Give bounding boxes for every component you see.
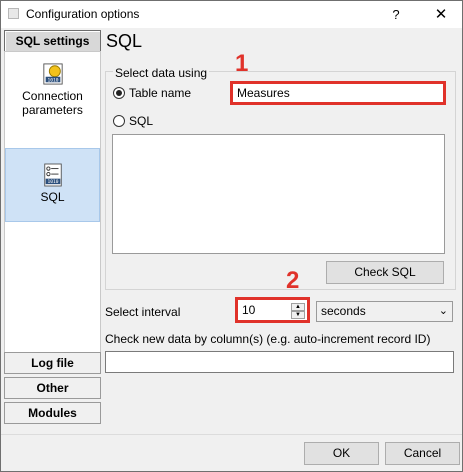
nav-item-label: SQL: [40, 190, 65, 204]
interval-spin-buttons[interactable]: ▲ ▼: [291, 303, 305, 319]
check-column-label: Check new data by column(s) (e.g. auto-i…: [105, 332, 431, 346]
help-button[interactable]: ?: [376, 1, 416, 28]
ok-button[interactable]: OK: [304, 442, 379, 465]
spin-down-icon[interactable]: ▼: [291, 311, 305, 319]
nav-item-sql[interactable]: 1010 SQL: [5, 148, 100, 222]
sql-settings-panel: 1010 Connection parameters 1010 SQL: [4, 51, 101, 353]
table-name-label: Table name: [129, 86, 192, 100]
select-interval-label: Select interval: [105, 305, 181, 319]
tab-modules[interactable]: Modules: [4, 402, 101, 424]
app-icon: [8, 8, 19, 19]
nav-item-connection-parameters[interactable]: 1010 Connection parameters: [5, 62, 100, 132]
sql-radio[interactable]: [113, 115, 125, 127]
configuration-window: Configuration options ? ✕ SQL settings 1…: [0, 0, 463, 472]
check-column-input[interactable]: [105, 351, 454, 373]
table-name-radio[interactable]: [113, 87, 125, 99]
sidebar: SQL settings 1010 Connection parameters: [1, 28, 103, 434]
tab-log-file[interactable]: Log file: [4, 352, 101, 374]
interval-unit-select[interactable]: seconds ⌄: [316, 301, 453, 322]
check-sql-button[interactable]: Check SQL: [326, 261, 444, 284]
window-title: Configuration options: [26, 7, 140, 21]
spin-up-icon[interactable]: ▲: [291, 303, 305, 311]
page-title: SQL: [106, 31, 143, 51]
select-group-label: Select data using: [113, 66, 210, 80]
annotation-1: 1: [235, 50, 249, 77]
svg-text:1010: 1010: [47, 179, 58, 185]
chevron-down-icon: ⌄: [438, 305, 448, 317]
svg-text:1010: 1010: [47, 77, 58, 83]
cancel-button[interactable]: Cancel: [385, 442, 460, 465]
title-bar: Configuration options ? ✕: [1, 1, 462, 28]
tab-other[interactable]: Other: [4, 377, 101, 399]
annotation-2: 2: [286, 267, 300, 294]
connection-parameters-icon: 1010: [42, 63, 63, 85]
dialog-footer: OK Cancel: [1, 434, 462, 471]
sql-form-icon: 1010: [43, 163, 62, 187]
section-header: [105, 30, 460, 54]
interval-unit-value: seconds: [321, 304, 366, 318]
sql-textarea[interactable]: [112, 134, 445, 254]
table-name-input[interactable]: [230, 81, 446, 105]
sql-label: SQL: [129, 114, 154, 128]
close-button[interactable]: ✕: [421, 1, 461, 28]
tab-sql-settings[interactable]: SQL settings: [4, 30, 101, 52]
nav-item-label: Connection parameters: [22, 89, 83, 117]
